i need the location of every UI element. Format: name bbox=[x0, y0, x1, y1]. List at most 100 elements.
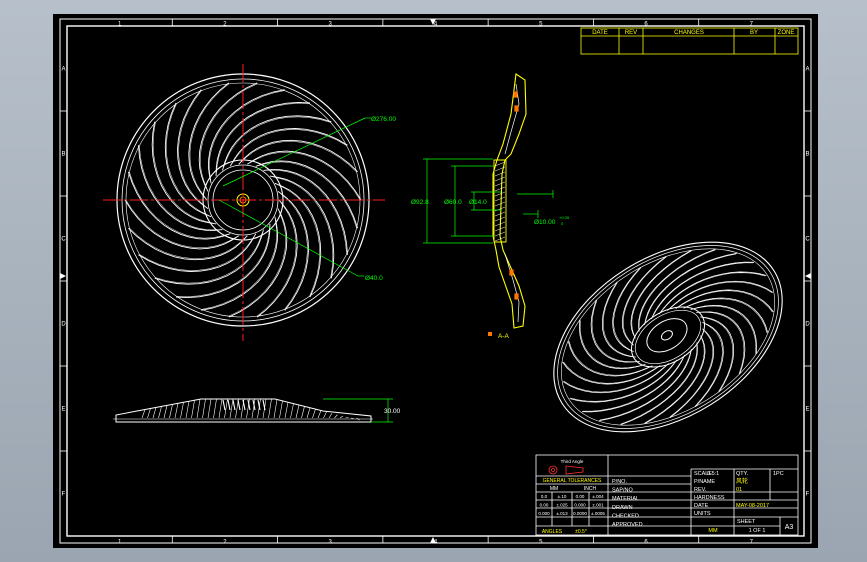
fan-blade-edge bbox=[623, 256, 667, 344]
tolerance-cell: 0.000 bbox=[574, 503, 586, 508]
drawing-canvas: 11223344556677 AABBCCDDEEFF DATE REV CHA… bbox=[59, 18, 812, 546]
side-blade bbox=[229, 398, 234, 419]
tolerance-cell: ±.001 bbox=[592, 503, 604, 508]
general-tolerances-label: GENERAL TOLERANCES bbox=[543, 478, 602, 484]
hatch-line bbox=[494, 176, 506, 182]
tolerance-cell: ±.025 bbox=[556, 503, 568, 508]
fan-blade bbox=[238, 139, 358, 173]
fan-blade-edge bbox=[669, 330, 713, 418]
side-blade bbox=[279, 400, 283, 419]
fan-blade-edge bbox=[240, 141, 357, 173]
fan-blade-edge bbox=[178, 90, 206, 207]
units-value: MM bbox=[708, 528, 718, 534]
side-view-blades bbox=[141, 398, 360, 421]
rev-label: REV. bbox=[694, 487, 707, 493]
zone-row-label: E bbox=[61, 407, 65, 413]
title-block-field-label: SAP/NO bbox=[612, 488, 634, 494]
side-blade bbox=[295, 404, 300, 419]
section-view: Ø92.8 Ø60.0 Ø14.0 Ø10.00 +0.05 0 A-A bbox=[411, 73, 570, 340]
flange-diameter-dimension: Ø92.8 bbox=[411, 199, 429, 206]
side-blade bbox=[290, 403, 294, 419]
sheet-value: 1 OF 1 bbox=[749, 528, 766, 534]
angles-label: ANGLES bbox=[542, 529, 563, 535]
fan-blade-edge bbox=[139, 236, 255, 271]
fan-blade bbox=[247, 150, 362, 201]
tolerance-cell: ±.004 bbox=[592, 494, 604, 499]
isometric-view bbox=[553, 241, 783, 433]
hatch-line bbox=[494, 196, 506, 202]
fan-blade bbox=[630, 249, 692, 339]
fan-blade bbox=[124, 199, 239, 250]
fan-blade bbox=[256, 199, 298, 318]
fan-blade-edge bbox=[591, 300, 637, 362]
sheet-size: A3 bbox=[785, 524, 794, 531]
fan-blade-edge bbox=[166, 103, 209, 216]
fan-blade-edge bbox=[669, 281, 773, 309]
side-blade bbox=[339, 415, 344, 419]
hatch-line bbox=[494, 171, 506, 177]
side-blade bbox=[180, 402, 184, 419]
drawing-sheet: 11223344556677 AABBCCDDEEFF DATE REV CHA… bbox=[53, 14, 818, 548]
tol-header-mm: MM bbox=[550, 486, 558, 492]
outer-diameter-dimension: Ø276.00 bbox=[371, 116, 396, 123]
fan-blade-edge bbox=[280, 193, 308, 310]
qty-label: QTY. bbox=[736, 471, 749, 477]
tolerance-cell: 0.0 bbox=[541, 494, 548, 499]
bore-diameter-dimension: Ø14.0 bbox=[469, 199, 487, 206]
side-blade bbox=[301, 406, 305, 419]
height-dimension: 30.00 bbox=[384, 408, 401, 415]
title-block-left-labels: P/NO. SAP/NO MATERIAL DRAWN CHECKED APPROVED bbox=[612, 479, 643, 528]
fan-blade bbox=[562, 363, 669, 394]
hub-rib bbox=[262, 399, 266, 411]
bore-tolerance-upper: +0.05 bbox=[559, 215, 570, 220]
fan-blade-edge bbox=[563, 365, 667, 393]
rev-header-rev: REV bbox=[625, 30, 637, 36]
hub-rib bbox=[232, 399, 236, 411]
side-blade bbox=[202, 398, 206, 419]
side-blade bbox=[163, 405, 168, 419]
fan-blade-edge bbox=[644, 337, 705, 424]
side-blade bbox=[317, 410, 322, 419]
section-hatch bbox=[494, 161, 506, 242]
cad-viewport[interactable]: 11223344556677 AABBCCDDEEFF DATE REV CHA… bbox=[0, 0, 867, 562]
zone-row-label: D bbox=[61, 322, 66, 328]
side-blade bbox=[196, 399, 201, 419]
zone-row-label: C bbox=[805, 237, 810, 243]
scale-value: 0.5:1 bbox=[707, 471, 719, 477]
side-blade bbox=[158, 406, 162, 419]
hardness-label: HARDNESS bbox=[694, 495, 725, 501]
side-blade bbox=[284, 402, 289, 419]
fan-blade bbox=[590, 299, 640, 363]
fan-blade-edge bbox=[631, 250, 692, 337]
date-label: DATE bbox=[694, 503, 709, 509]
side-blade bbox=[312, 409, 316, 419]
fan-blade-edge bbox=[277, 184, 320, 297]
hatch-line bbox=[494, 191, 506, 197]
section-label: A-A bbox=[498, 333, 510, 340]
title-block-field-label: P/NO. bbox=[612, 479, 627, 485]
title-block-field-label: CHECKED bbox=[612, 513, 639, 519]
revision-table-headers: DATE REV CHANGES BY ZONE bbox=[592, 30, 794, 36]
zone-row-label: B bbox=[61, 152, 65, 158]
zone-row-label: B bbox=[805, 152, 809, 158]
tolerance-cell: 0.0000 bbox=[573, 511, 587, 516]
fan-blade-edge bbox=[699, 312, 745, 374]
front-view: Ø276.00 Ø40.0 bbox=[103, 64, 396, 341]
side-blade bbox=[174, 403, 179, 419]
bore-tolerance-lower: 0 bbox=[561, 221, 564, 226]
side-dimensions bbox=[323, 398, 393, 423]
pname-value: 风轮 bbox=[736, 477, 748, 485]
fan-blade-edge bbox=[129, 227, 246, 259]
bore-tolerance-dimension: Ø10.00 bbox=[534, 219, 556, 226]
pname-label: P/NAME bbox=[694, 479, 715, 485]
hub-rib bbox=[227, 399, 231, 411]
side-blade bbox=[350, 417, 355, 420]
side-blade bbox=[185, 401, 190, 419]
fan-blade bbox=[188, 82, 230, 201]
side-blade bbox=[323, 411, 327, 419]
hub-rib bbox=[237, 399, 241, 411]
side-blade bbox=[334, 414, 338, 419]
zone-row-label: F bbox=[806, 492, 810, 498]
side-blade bbox=[328, 413, 333, 419]
hatch-line bbox=[494, 211, 506, 217]
